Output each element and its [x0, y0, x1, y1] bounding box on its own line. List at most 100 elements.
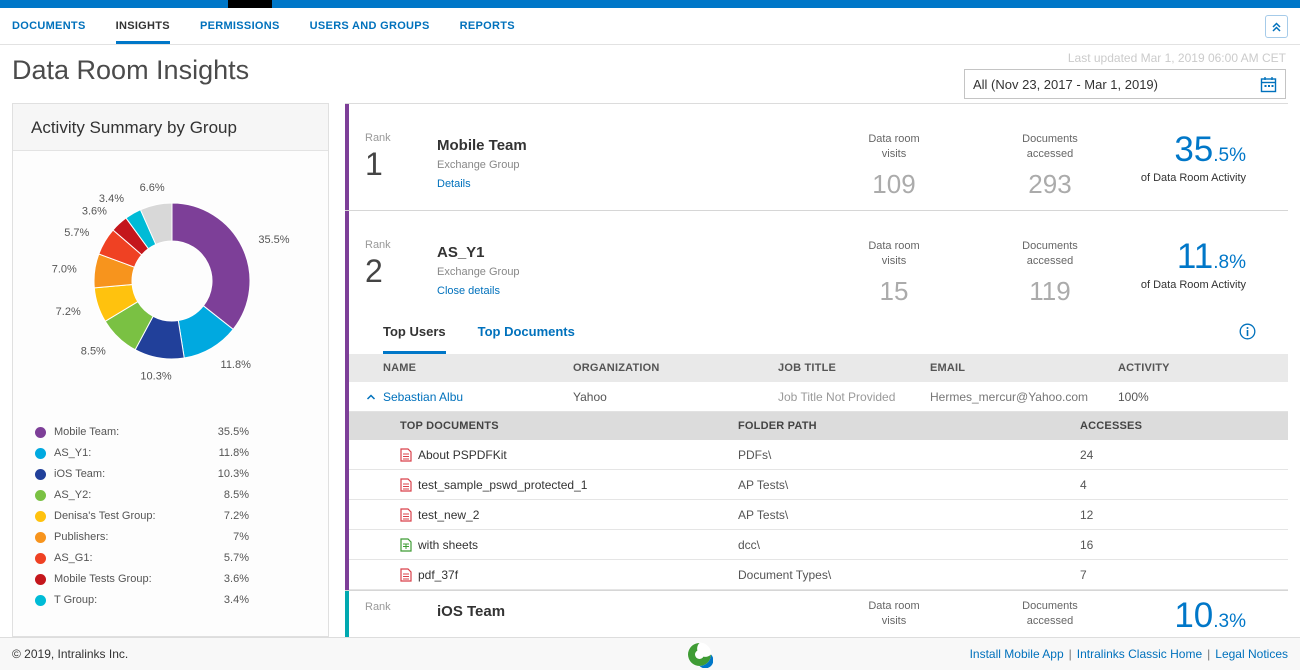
browser-chrome-strip: [0, 0, 1300, 8]
chart-legend: Mobile Team: 35.5% AS_Y1: 11.8% iOS Team…: [35, 422, 249, 610]
percentage-value: 35: [1174, 130, 1213, 169]
page-footer: © 2019, Intralinks Inc. Install Mobile A…: [0, 637, 1300, 670]
rank-3-group-block: Rank iOS Team Data room visits Documents…: [345, 591, 1288, 637]
intralinks-classic-home-link[interactable]: Intralinks Classic Home: [1077, 647, 1202, 661]
column-header-top-documents: TOP DOCUMENTS: [400, 420, 738, 432]
rank-number: 1: [365, 146, 391, 183]
percentage-fraction: .3%: [1213, 611, 1246, 632]
data-room-visits-stat: Data room visits: [829, 599, 959, 629]
document-folder-path: Document Types\: [738, 568, 1080, 582]
group-name: Mobile Team: [437, 137, 527, 154]
tab-permissions[interactable]: PERMISSIONS: [200, 8, 280, 44]
percentage-fraction: .8%: [1213, 252, 1246, 273]
legend-value: 35.5%: [218, 426, 249, 438]
install-mobile-app-link[interactable]: Install Mobile App: [970, 647, 1064, 661]
close-details-link[interactable]: Close details: [437, 285, 520, 297]
legend-value: 7.2%: [224, 510, 249, 522]
chevron-up-icon: [365, 391, 377, 403]
column-header-folder-path: FOLDER PATH: [738, 420, 1080, 432]
document-row: About PSPDFKit PDFs\ 24: [345, 440, 1288, 470]
column-header-email: EMAIL: [930, 362, 1118, 374]
document-accesses: 16: [1080, 538, 1288, 552]
legend-dot: [35, 490, 46, 501]
legend-item: Mobile Team: 35.5%: [35, 422, 249, 442]
info-icon[interactable]: [1239, 323, 1256, 340]
legend-dot: [35, 553, 46, 564]
document-row: test_new_2 AP Tests\ 12: [345, 500, 1288, 530]
rank-3-summary: Rank iOS Team Data room visits Documents…: [345, 591, 1288, 637]
document-accesses: 7: [1080, 568, 1288, 582]
document-accesses: 24: [1080, 448, 1288, 462]
date-range-select[interactable]: All (Nov 23, 2017 - Mar 1, 2019): [964, 69, 1286, 99]
activity-percentage: 11.8% of Data Room Activity: [1016, 237, 1246, 291]
rank-caption: Rank: [365, 601, 391, 613]
legend-dot: [35, 574, 46, 585]
legend-dot: [35, 427, 46, 438]
tab-users-and-groups[interactable]: USERS AND GROUPS: [310, 8, 430, 44]
document-name[interactable]: with sheets: [418, 538, 478, 552]
chrome-black-segment: [228, 0, 272, 8]
collapse-row-button[interactable]: [365, 391, 383, 403]
tab-reports[interactable]: REPORTS: [460, 8, 515, 44]
rank-indicator: Rank 2: [365, 239, 391, 290]
column-header-job-title: JOB TITLE: [778, 362, 930, 374]
legend-label: Denisa's Test Group:: [54, 510, 156, 522]
donut-slice-label: 10.3%: [140, 371, 171, 383]
document-name[interactable]: test_sample_pswd_protected_1: [418, 478, 587, 492]
legend-label: Publishers:: [54, 531, 108, 543]
group-type: Exchange Group: [437, 159, 527, 171]
donut-slice-label: 7.0%: [52, 263, 77, 275]
group-info: AS_Y1 Exchange Group Close details: [437, 244, 520, 297]
pdf-file-icon: [400, 508, 412, 522]
double-chevron-up-icon: [1270, 20, 1283, 33]
copyright-text: © 2019, Intralinks Inc.: [12, 638, 128, 670]
document-name[interactable]: test_new_2: [418, 508, 479, 522]
main-content: Activity Summary by Group 35.5%11.8%10.3…: [0, 103, 1300, 637]
donut-slice-label: 11.8%: [221, 359, 252, 371]
rank-number: 2: [365, 253, 391, 290]
document-folder-path: AP Tests\: [738, 478, 1080, 492]
donut-slice-label: 3.6%: [82, 205, 107, 217]
rank-1-group-block: Rank 1 Mobile Team Exchange Group Detail…: [345, 104, 1288, 211]
legend-item: Denisa's Test Group: 7.2%: [35, 506, 249, 526]
groups-ranking-panel: Rank 1 Mobile Team Exchange Group Detail…: [345, 103, 1288, 637]
calendar-icon: [1260, 76, 1277, 93]
legend-dot: [35, 469, 46, 480]
user-job-title: Job Title Not Provided: [778, 390, 930, 404]
document-name[interactable]: pdf_37f: [418, 568, 458, 582]
main-nav: DOCUMENTS INSIGHTS PERMISSIONS USERS AND…: [0, 8, 1300, 45]
tab-documents[interactable]: DOCUMENTS: [12, 8, 86, 44]
tab-top-documents[interactable]: Top Documents: [478, 308, 575, 354]
user-organization: Yahoo: [573, 390, 778, 404]
data-room-insights-page: DOCUMENTS INSIGHTS PERMISSIONS USERS AND…: [0, 0, 1300, 670]
activity-percentage: 35.5% of Data Room Activity: [1016, 130, 1246, 184]
data-room-visits-stat: Data room visits 15: [829, 239, 959, 307]
legend-value: 5.7%: [224, 552, 249, 564]
donut-slice-label: 5.7%: [64, 227, 89, 239]
document-accesses: 4: [1080, 478, 1288, 492]
legend-label: Mobile Team:: [54, 426, 119, 438]
tab-insights[interactable]: INSIGHTS: [116, 8, 170, 44]
column-header-accesses: ACCESSES: [1080, 420, 1288, 432]
tab-top-users[interactable]: Top Users: [383, 308, 446, 354]
details-link[interactable]: Details: [437, 178, 527, 190]
activity-percentage: 10.3%: [1016, 596, 1246, 636]
user-name-link[interactable]: Sebastian Albu: [383, 390, 573, 404]
collapse-panel-button[interactable]: [1265, 15, 1288, 38]
document-name[interactable]: About PSPDFKit: [418, 448, 507, 462]
data-room-visits-stat: Data room visits 109: [829, 132, 959, 200]
legal-notices-link[interactable]: Legal Notices: [1215, 647, 1288, 661]
rank-2-group-block: Rank 2 AS_Y1 Exchange Group Close detail…: [345, 211, 1288, 591]
rank-caption: Rank: [365, 132, 391, 144]
legend-value: 3.4%: [224, 594, 249, 606]
legend-label: Mobile Tests Group:: [54, 573, 152, 585]
legend-label: T Group:: [54, 594, 97, 606]
pdf-file-icon: [400, 568, 412, 582]
percentage-value: 10: [1174, 596, 1213, 635]
top-documents-table-header: TOP DOCUMENTS FOLDER PATH ACCESSES: [345, 412, 1288, 440]
legend-item: Mobile Tests Group: 3.6%: [35, 569, 249, 589]
donut-slice-label: 35.5%: [258, 234, 289, 246]
footer-links: Install Mobile App|Intralinks Classic Ho…: [970, 638, 1288, 670]
legend-item: iOS Team: 10.3%: [35, 464, 249, 484]
group-name: AS_Y1: [437, 244, 520, 261]
